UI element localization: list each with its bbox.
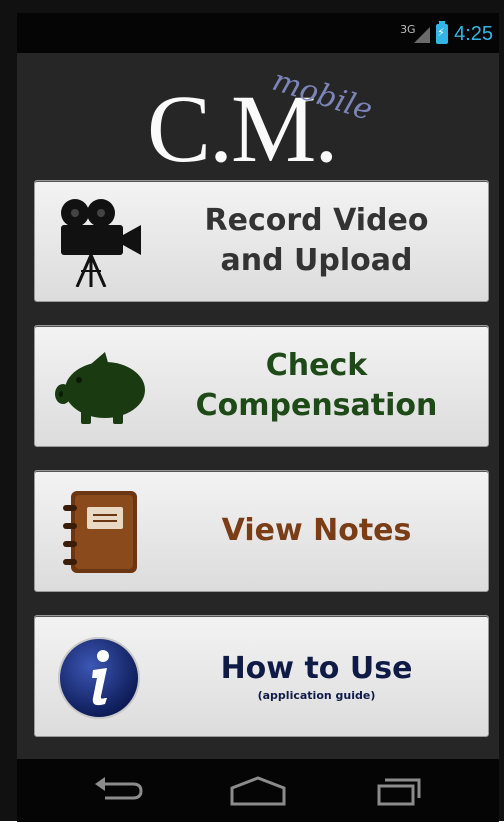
- view-notes-label: View Notes: [155, 471, 478, 591]
- view-notes-button[interactable]: View Notes: [34, 470, 489, 592]
- record-video-line-1: Record Video: [204, 203, 429, 238]
- app-logo: C.M. mobile: [17, 63, 499, 183]
- check-compensation-button[interactable]: Check Compensation: [34, 325, 489, 447]
- navigation-bar: [17, 759, 499, 822]
- app-screen: 3G 4:25 C.M. mobile: [17, 13, 499, 822]
- view-notes-line-1: View Notes: [221, 513, 412, 548]
- record-video-button[interactable]: Record Video and Upload: [34, 180, 489, 302]
- video-camera-icon: [61, 199, 141, 287]
- notebook-icon: [63, 491, 137, 573]
- how-to-use-line-1: How to Use: [220, 651, 413, 686]
- home-button[interactable]: [218, 769, 298, 813]
- status-clock: 4:25: [454, 22, 493, 45]
- record-video-label: Record Video and Upload: [155, 181, 478, 301]
- battery-charging-icon: [436, 21, 449, 44]
- back-icon: [95, 777, 143, 800]
- signal-icon: 3G: [400, 23, 431, 45]
- home-icon: [230, 776, 286, 806]
- check-compensation-line-1: Check: [265, 348, 368, 383]
- how-to-use-button[interactable]: How to Use (application guide): [34, 615, 489, 737]
- status-icons: 3G 4:25: [400, 21, 493, 47]
- check-compensation-label: Check Compensation: [155, 326, 478, 446]
- recent-apps-icon: [377, 778, 421, 806]
- how-to-use-subtitle: (application guide): [257, 689, 376, 702]
- check-compensation-line-2: Compensation: [195, 388, 438, 423]
- info-icon: [58, 637, 140, 719]
- status-bar: 3G 4:25: [17, 13, 499, 53]
- phone-frame: 3G 4:25 C.M. mobile: [0, 0, 504, 822]
- how-to-use-label: How to Use (application guide): [155, 616, 478, 736]
- piggy-bank-icon: [55, 352, 145, 424]
- recent-apps-button[interactable]: [357, 769, 437, 813]
- record-video-line-2: and Upload: [220, 243, 413, 278]
- back-button[interactable]: [79, 769, 159, 813]
